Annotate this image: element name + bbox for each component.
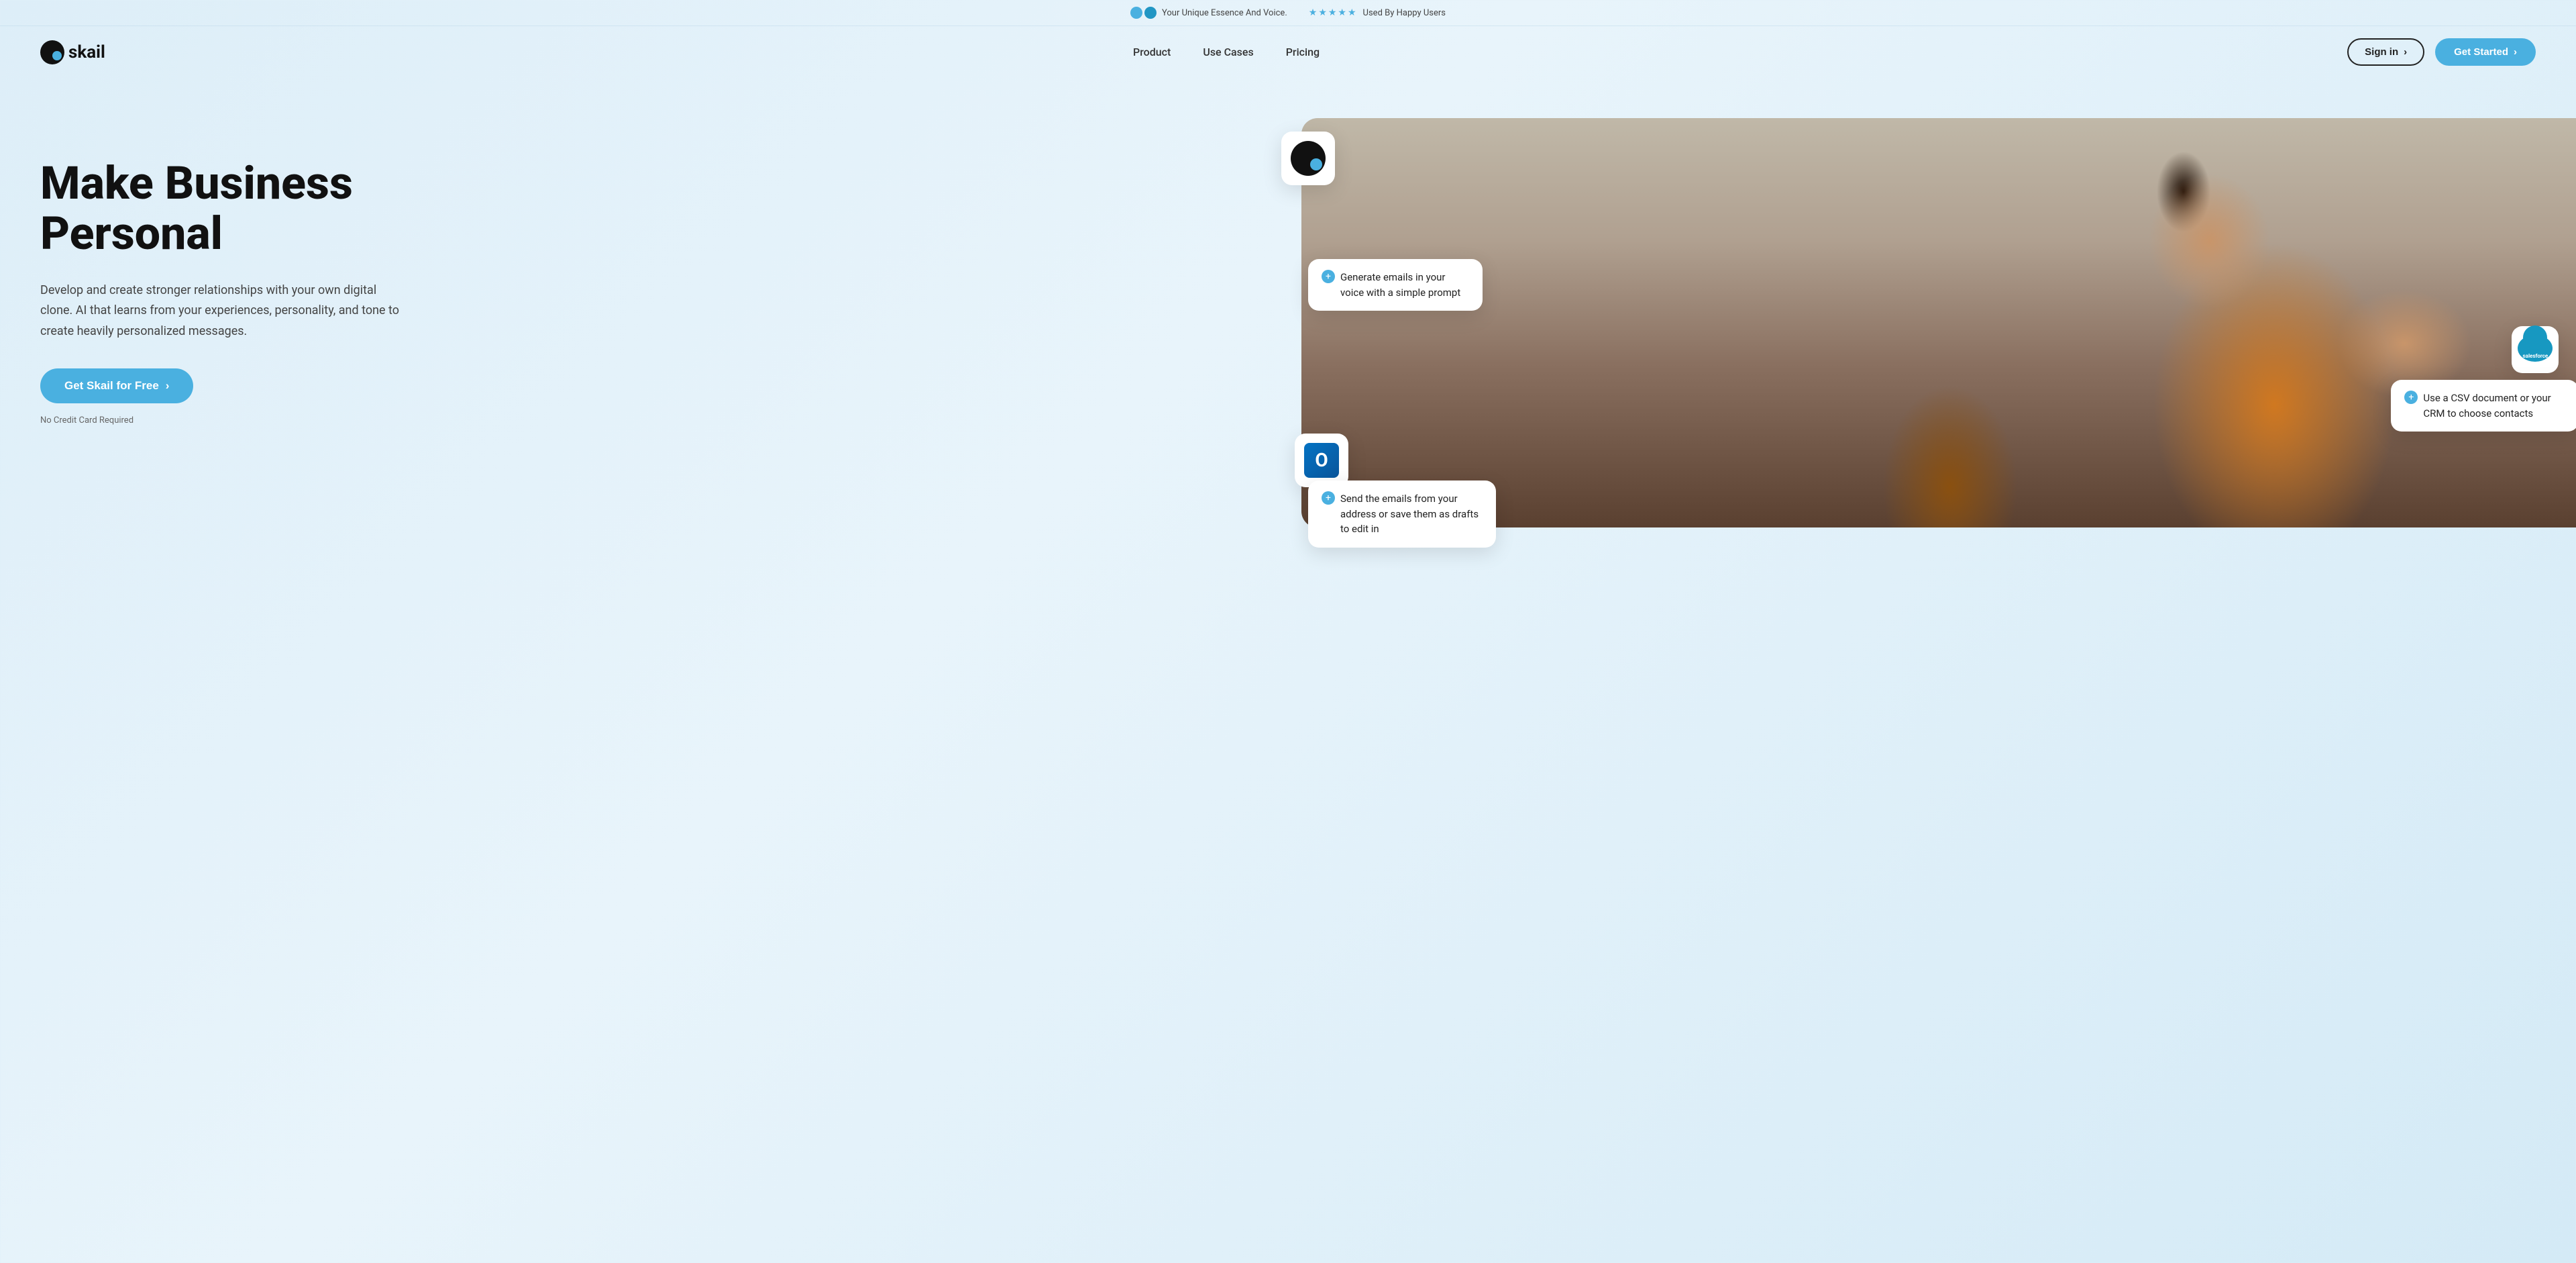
hero-photo [1301,118,2576,527]
nav-item-usecases[interactable]: Use Cases [1203,46,1253,58]
get-started-arrow: › [2514,46,2517,58]
nav-item-pricing[interactable]: Pricing [1286,46,1320,58]
nav-link-usecases[interactable]: Use Cases [1203,46,1253,58]
top-banner: Your Unique Essence And Voice. ★★★★★ Use… [0,0,2576,26]
hero-title-line1: Make Business [40,156,353,210]
hero-image [1301,118,2576,527]
signin-arrow: › [2404,46,2407,58]
logo-text: skail [68,42,105,62]
logo-link[interactable]: skail [40,40,105,64]
card-send-text: Send the emails from your address or sav… [1340,491,1483,537]
nav-link-pricing[interactable]: Pricing [1286,46,1320,58]
banner-item-voice: Your Unique Essence And Voice. [1130,7,1287,19]
card-csv-text: Use a CSV document or your CRM to choose… [2423,391,2565,421]
nav-link-product[interactable]: Product [1133,46,1171,58]
hero-cta-arrow: › [166,379,170,393]
card-skail-logo [1281,132,1335,185]
hero-right: + Generate emails in your voice with a s… [1288,118,2576,534]
card-salesforce: salesforce [2512,326,2559,373]
hero-left: Make Business Personal Develop and creat… [40,118,1288,425]
hero-title-line2: Personal [40,207,223,260]
get-started-label: Get Started [2454,46,2508,58]
hero-section: Make Business Personal Develop and creat… [0,78,2576,534]
card-outlook: O [1295,434,1348,487]
banner-voice-text: Your Unique Essence And Voice. [1162,8,1287,18]
signin-button[interactable]: Sign in › [2347,38,2424,66]
get-started-button[interactable]: Get Started › [2435,38,2536,66]
card-generate-text: Generate emails in your voice with a sim… [1340,270,1469,300]
circle-right [1144,7,1157,19]
plus-icon-generate: + [1322,270,1335,283]
hero-subtitle: Develop and create stronger relationship… [40,281,402,342]
star-rating: ★★★★★ [1309,7,1358,18]
plus-icon-send: + [1322,491,1335,505]
banner-item-users: ★★★★★ Used By Happy Users [1309,7,1446,18]
hero-cta-label: Get Skail for Free [64,379,159,393]
navbar: skail Product Use Cases Pricing Sign in … [0,26,2576,78]
salesforce-cloud-icon: salesforce [2518,335,2553,362]
hero-cta-button[interactable]: Get Skail for Free › [40,368,193,403]
hero-title: Make Business Personal [40,158,1288,259]
logo-icon [40,40,64,64]
card-csv-crm: + Use a CSV document or your CRM to choo… [2391,380,2576,432]
skail-logo-icon [1291,141,1326,176]
nav-actions: Sign in › Get Started › [2347,38,2536,66]
nav-item-product[interactable]: Product [1133,46,1171,58]
banner-users-text: Used By Happy Users [1363,8,1446,18]
outlook-icon: O [1304,443,1339,478]
plus-icon-csv: + [2404,391,2418,404]
nav-links: Product Use Cases Pricing [1133,46,1320,58]
no-card-text: No Credit Card Required [40,415,1288,425]
card-generate-emails: + Generate emails in your voice with a s… [1308,259,1483,311]
salesforce-text: salesforce [2518,352,2553,360]
infinity-icon [1130,7,1157,19]
circle-left [1130,7,1142,19]
signin-label: Sign in [2365,46,2398,58]
card-send-emails: + Send the emails from your address or s… [1308,481,1496,548]
